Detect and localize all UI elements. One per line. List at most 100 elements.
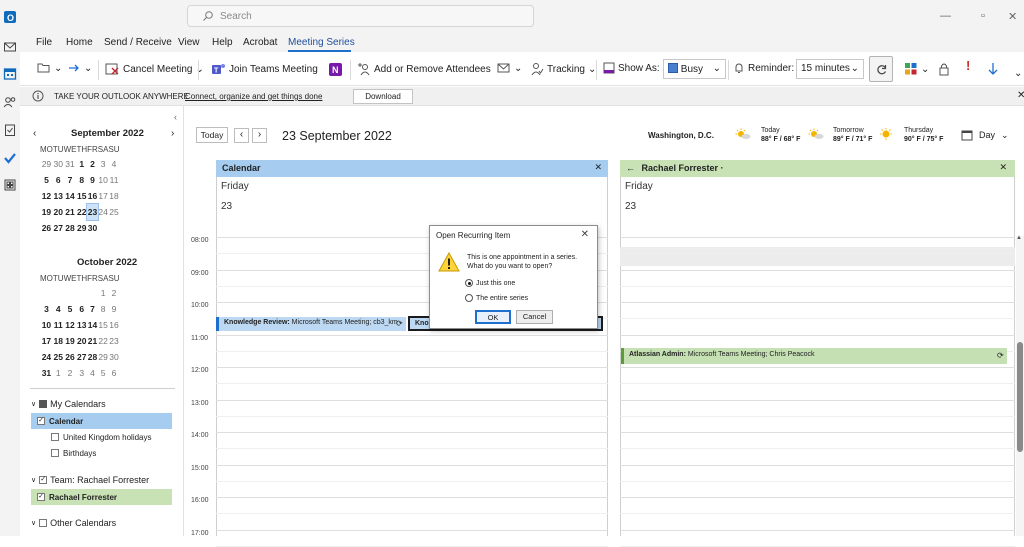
calendar-checkbox[interactable]: ✓ xyxy=(37,417,45,425)
weather-location[interactable]: Washington, D.C. xyxy=(648,131,714,140)
my-calendars-group[interactable]: ∨ My Calendars xyxy=(31,399,106,409)
mini-calendar-day[interactable]: 25 xyxy=(108,204,119,220)
mini-calendar-day[interactable]: 18 xyxy=(108,188,119,204)
mail-icon[interactable] xyxy=(3,40,17,54)
mini-calendar-day[interactable]: 24 xyxy=(98,204,109,220)
mini-calendar-day[interactable]: 9 xyxy=(108,301,119,317)
mini-calendar-day[interactable]: 14 xyxy=(64,188,77,204)
recurrence-button[interactable] xyxy=(869,56,893,82)
view-dropdown[interactable]: Day ⌄ xyxy=(961,129,1009,141)
mini-calendar-day[interactable]: 6 xyxy=(108,365,119,381)
group-checkbox[interactable] xyxy=(39,519,48,527)
mini-calendar-day[interactable]: 16 xyxy=(108,317,119,333)
mini-calendar-day[interactable]: 3 xyxy=(40,301,53,317)
radio-button-selected[interactable] xyxy=(465,279,473,287)
mini-calendar-day[interactable]: 7 xyxy=(64,172,77,188)
menu-view[interactable]: View xyxy=(178,37,200,48)
mini-calendar-day[interactable]: 13 xyxy=(53,188,64,204)
mini-calendar-day[interactable]: 19 xyxy=(40,204,53,220)
people-icon[interactable] xyxy=(3,95,17,109)
mini-calendar-day[interactable]: 18 xyxy=(53,333,64,349)
open-folder-button[interactable]: ⌄ xyxy=(37,62,62,74)
mini-calendar-day[interactable]: 1 xyxy=(76,156,87,172)
respond-mail-button[interactable]: ⌄ xyxy=(497,62,522,74)
mini-calendar-day[interactable]: 27 xyxy=(76,349,87,365)
ok-button[interactable]: OK xyxy=(475,310,511,324)
high-importance-icon[interactable]: ! xyxy=(966,58,970,73)
menu-send-receive[interactable]: Send / Receive xyxy=(104,37,172,48)
mini-calendar-day[interactable]: 15 xyxy=(98,317,109,333)
mini-calendar-day[interactable]: 8 xyxy=(76,172,87,188)
show-as-dropdown[interactable]: Busy ⌄ xyxy=(663,59,726,79)
mini-calendar-day[interactable]: 15 xyxy=(76,188,87,204)
minimize-icon[interactable]: — xyxy=(940,10,951,22)
radio-button[interactable] xyxy=(465,294,473,302)
option-just-this-one[interactable]: Just this one xyxy=(465,279,515,287)
apps-icon[interactable] xyxy=(3,178,17,192)
mini-calendar-day[interactable]: 11 xyxy=(53,317,64,333)
mini-calendar-day[interactable]: 26 xyxy=(64,349,77,365)
mini-calendar-day[interactable]: 21 xyxy=(87,333,98,349)
mini-calendar-day[interactable]: 4 xyxy=(108,156,119,172)
mini-calendar-day[interactable]: 1 xyxy=(98,285,109,301)
mini-calendar-day[interactable]: 10 xyxy=(98,172,109,188)
mini-calendar-day[interactable]: 28 xyxy=(64,220,77,236)
mini-calendar-day[interactable]: 30 xyxy=(108,349,119,365)
search-box[interactable]: Search xyxy=(187,5,534,27)
cancel-meeting-button[interactable]: Cancel Meeting ⌄ xyxy=(105,62,204,76)
close-column-icon[interactable]: ✕ xyxy=(999,162,1007,173)
next-day-button[interactable]: › xyxy=(252,128,267,143)
menu-meeting-series[interactable]: Meeting Series xyxy=(288,37,355,48)
mini-calendar-day[interactable]: 22 xyxy=(76,204,87,220)
other-calendars-group[interactable]: ∨ Other Calendars xyxy=(31,518,116,528)
event-atlassian-admin[interactable]: Atlassian Admin: Microsoft Teams Meeting… xyxy=(621,348,1007,364)
menu-file[interactable]: File xyxy=(36,37,52,48)
group-checkbox-partial[interactable] xyxy=(39,400,48,408)
private-button[interactable] xyxy=(938,62,950,76)
mini-calendar-day[interactable]: 27 xyxy=(53,220,64,236)
mini-calendar-day[interactable]: 7 xyxy=(87,301,98,317)
mini-calendar-day[interactable]: 2 xyxy=(64,365,77,381)
mini-calendar-day[interactable]: 2 xyxy=(108,285,119,301)
ribbon-more-icon[interactable]: ⌄ xyxy=(1014,68,1022,79)
mini-calendar-day[interactable]: 5 xyxy=(64,301,77,317)
add-remove-attendees-button[interactable]: Add or Remove Attendees xyxy=(357,62,491,76)
calendar-column-header[interactable]: Calendar ✕ xyxy=(216,160,608,177)
mini-calendar-day[interactable]: 28 xyxy=(87,349,98,365)
back-arrow-icon[interactable]: ← xyxy=(626,163,635,173)
mini-calendar-day[interactable]: 25 xyxy=(53,349,64,365)
calendar-item-uk-holidays[interactable]: United Kingdom holidays xyxy=(45,429,152,445)
group-checkbox[interactable]: ✓ xyxy=(39,476,48,484)
mini-calendar-day[interactable]: 12 xyxy=(40,188,53,204)
calendar-checkbox[interactable] xyxy=(51,433,59,441)
mini-calendar-day[interactable]: 31 xyxy=(64,156,77,172)
prev-month-icon[interactable]: ‹ xyxy=(33,128,36,139)
reminder-dropdown[interactable]: 15 minutes ⌄ xyxy=(796,59,864,79)
onenote-button[interactable]: N xyxy=(328,62,343,77)
calendar-icon[interactable] xyxy=(3,67,17,81)
forward-button[interactable]: ⌄ xyxy=(67,62,92,74)
mini-calendar-day[interactable]: 11 xyxy=(108,172,119,188)
dialog-close-icon[interactable]: ✕ xyxy=(581,229,589,240)
tasks-icon[interactable] xyxy=(3,123,17,137)
mini-calendar-day[interactable]: 6 xyxy=(76,301,87,317)
mini-calendar-day[interactable]: 23 xyxy=(86,203,99,221)
mini-calendar-day[interactable]: 9 xyxy=(87,172,98,188)
mini-calendar-day[interactable]: 29 xyxy=(40,156,53,172)
todo-check-icon[interactable] xyxy=(3,151,17,165)
prev-day-button[interactable]: ‹ xyxy=(234,128,249,143)
close-column-icon[interactable]: ✕ xyxy=(594,162,602,173)
mini-calendar-day[interactable]: 22 xyxy=(98,333,109,349)
menu-home[interactable]: Home xyxy=(66,37,93,48)
mini-calendar-day[interactable]: 6 xyxy=(53,172,64,188)
mini-calendar-day[interactable]: 8 xyxy=(98,301,109,317)
collapse-pane-icon[interactable]: ‹ xyxy=(174,112,177,122)
scroll-up-icon[interactable]: ▲ xyxy=(1016,235,1022,241)
calendar-item-birthdays[interactable]: Birthdays xyxy=(45,445,96,461)
mini-calendar-day[interactable]: 26 xyxy=(40,220,53,236)
mini-calendar-day[interactable]: 2 xyxy=(87,156,98,172)
mini-calendar-day[interactable]: 4 xyxy=(53,301,64,317)
mini-calendar-day[interactable]: 17 xyxy=(98,188,109,204)
mini-calendar-day[interactable]: 13 xyxy=(76,317,87,333)
mini-calendar-day[interactable]: 10 xyxy=(40,317,53,333)
